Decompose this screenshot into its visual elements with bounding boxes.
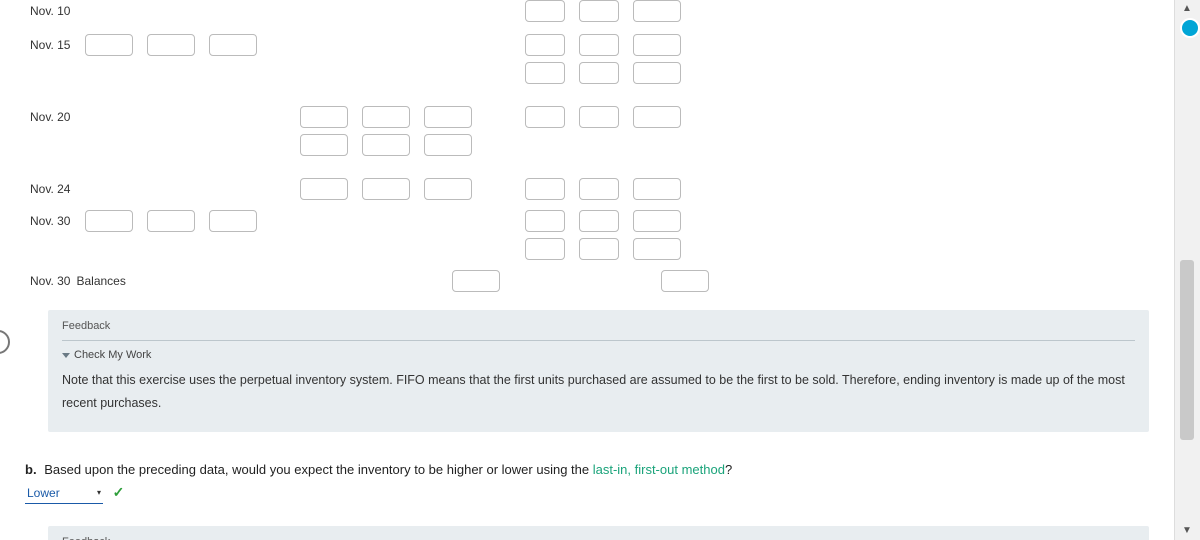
input-cell[interactable]	[424, 178, 472, 200]
date-label: Nov. 20	[0, 106, 85, 128]
input-cell[interactable]	[424, 134, 472, 156]
question-text: Based upon the preceding data, would you…	[44, 462, 593, 477]
chevron-down-icon: ▾	[97, 487, 101, 500]
table-row: Nov. 15	[0, 34, 1174, 84]
check-my-work-label: Check My Work	[74, 349, 151, 361]
feedback-note: Note that this exercise uses the perpetu…	[62, 369, 1135, 414]
input-cell[interactable]	[85, 210, 133, 232]
input-cell[interactable]	[579, 34, 619, 56]
feedback-title: Feedback	[62, 536, 1135, 540]
input-cell[interactable]	[209, 210, 257, 232]
date-label: Nov. 24	[0, 178, 85, 200]
input-cell[interactable]	[300, 178, 348, 200]
table-row: Nov. 20	[0, 106, 1174, 156]
nav-ring-icon[interactable]	[0, 330, 10, 354]
question-label: b.	[25, 462, 37, 477]
feedback-title: Feedback	[62, 320, 1135, 340]
check-my-work-toggle[interactable]: Check My Work	[62, 349, 1135, 361]
table-row: Nov. 30	[0, 210, 1174, 260]
input-cell[interactable]	[525, 238, 565, 260]
input-cell[interactable]	[300, 134, 348, 156]
input-cell[interactable]	[147, 34, 195, 56]
input-cell[interactable]	[209, 34, 257, 56]
input-cell[interactable]	[525, 106, 565, 128]
chevron-down-icon	[62, 353, 70, 358]
input-cell[interactable]	[525, 0, 565, 22]
date-label: Nov. 15	[0, 34, 85, 56]
input-cell[interactable]	[633, 62, 681, 84]
input-cell[interactable]	[525, 210, 565, 232]
feedback-panel: Feedback Check My Work Note that this ex…	[48, 310, 1149, 432]
help-bubble-icon[interactable]	[1180, 18, 1200, 38]
question-b: b. Based upon the preceding data, would …	[25, 460, 1149, 504]
table-row: Nov. 30 Balances	[0, 270, 1174, 298]
content-viewport: Nov. 10 Nov. 15	[0, 0, 1174, 540]
input-cell[interactable]	[633, 210, 681, 232]
input-cell[interactable]	[300, 106, 348, 128]
input-cell[interactable]	[452, 270, 500, 292]
input-cell[interactable]	[579, 0, 619, 22]
input-cell[interactable]	[633, 0, 681, 22]
scroll-up-button[interactable]: ▲	[1182, 4, 1192, 14]
input-cell[interactable]	[633, 238, 681, 260]
input-cell[interactable]	[579, 178, 619, 200]
input-cell[interactable]	[424, 106, 472, 128]
scrollbar-track[interactable]: ▲ ▼	[1174, 0, 1200, 540]
input-cell[interactable]	[362, 106, 410, 128]
input-cell[interactable]	[525, 62, 565, 84]
input-cell[interactable]	[579, 62, 619, 84]
input-cell[interactable]	[633, 106, 681, 128]
input-cell[interactable]	[661, 270, 709, 292]
table-row: Nov. 24	[0, 178, 1174, 206]
date-label: Nov. 10	[0, 0, 85, 22]
table-row: Nov. 10	[0, 0, 1174, 28]
input-cell[interactable]	[362, 178, 410, 200]
divider	[62, 340, 1135, 341]
term-link[interactable]: last-in, first-out method	[593, 462, 725, 477]
input-cell[interactable]	[525, 34, 565, 56]
input-cell[interactable]	[362, 134, 410, 156]
input-cell[interactable]	[633, 178, 681, 200]
answer-value: Lower	[27, 484, 60, 503]
date-label: Nov. 30	[0, 210, 85, 232]
scroll-down-button[interactable]: ▼	[1182, 526, 1192, 536]
input-cell[interactable]	[147, 210, 195, 232]
input-cell[interactable]	[525, 178, 565, 200]
date-label: Nov. 30 Balances	[0, 270, 160, 292]
input-cell[interactable]	[579, 106, 619, 128]
input-cell[interactable]	[579, 210, 619, 232]
input-cell[interactable]	[579, 238, 619, 260]
correct-check-icon: ✓	[113, 484, 125, 500]
answer-select[interactable]: Lower ▾	[25, 484, 103, 504]
input-cell[interactable]	[633, 34, 681, 56]
scroll-thumb[interactable]	[1180, 260, 1194, 440]
input-cell[interactable]	[85, 34, 133, 56]
feedback-panel: Feedback Check My Work	[48, 526, 1149, 540]
